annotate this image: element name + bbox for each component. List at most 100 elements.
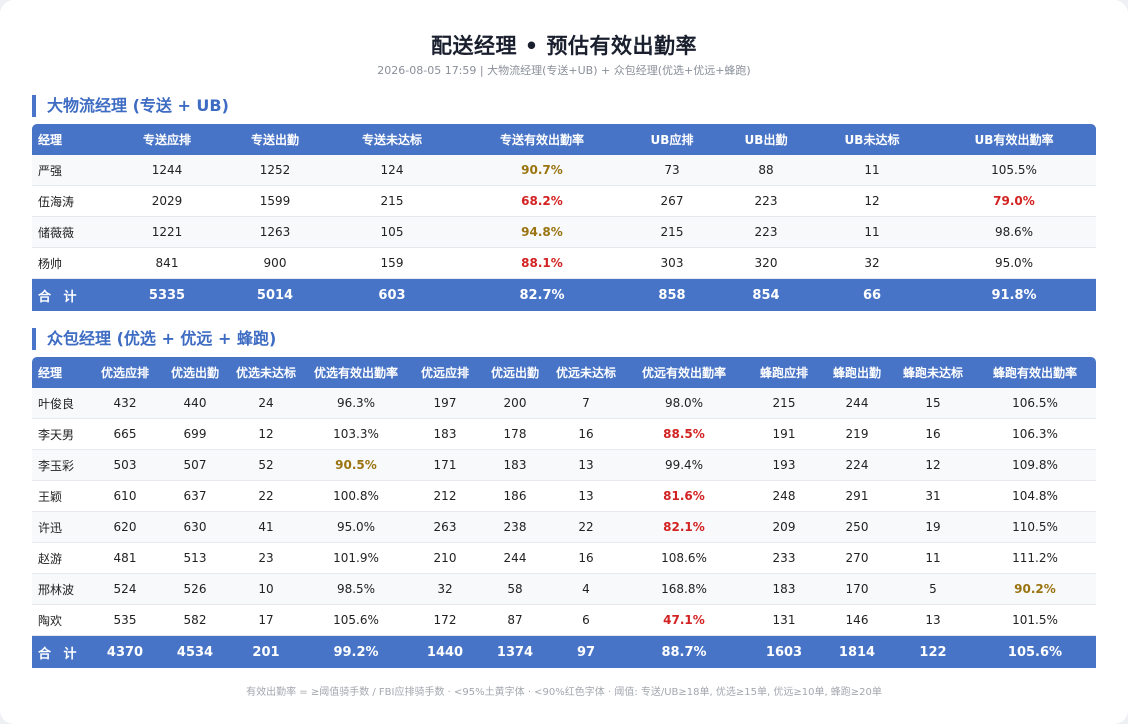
data-cell: 99.4% bbox=[622, 450, 746, 481]
table-row: 严强 1244 1252 124 90.7% 73 88 11 105.5% bbox=[32, 155, 1096, 186]
data-cell: 105.6% bbox=[302, 605, 410, 636]
data-cell: 100.8% bbox=[302, 481, 410, 512]
table-row: 陶欢 535 582 17 105.6% 172 87 6 47.1% 131 146 13 101.5… bbox=[32, 605, 1096, 636]
data-cell: 22 bbox=[550, 512, 622, 543]
data-cell: 58 bbox=[480, 574, 550, 605]
manager-name-cell: 陶欢 bbox=[32, 605, 90, 636]
data-cell: 90.2% bbox=[974, 574, 1096, 605]
data-cell: 11 bbox=[812, 155, 932, 186]
column-header: 经理 bbox=[32, 124, 108, 155]
data-cell: 23 bbox=[230, 543, 302, 574]
data-cell: 87 bbox=[480, 605, 550, 636]
data-cell: 303 bbox=[624, 248, 720, 279]
data-cell: 12 bbox=[230, 419, 302, 450]
column-header: 优选应排 bbox=[90, 357, 160, 388]
data-cell: 291 bbox=[822, 481, 892, 512]
data-cell: 1599 bbox=[226, 186, 324, 217]
data-cell: 109.8% bbox=[974, 450, 1096, 481]
table-row: 许迅 620 630 41 95.0% 263 238 22 82.1% 209 250 19 110.… bbox=[32, 512, 1096, 543]
data-cell: 665 bbox=[90, 419, 160, 450]
table-row: 叶俊良 432 440 24 96.3% 197 200 7 98.0% 215 244 15 106.… bbox=[32, 388, 1096, 419]
total-cell: 66 bbox=[812, 279, 932, 311]
data-cell: 250 bbox=[822, 512, 892, 543]
data-cell: 104.8% bbox=[974, 481, 1096, 512]
data-cell: 168.8% bbox=[622, 574, 746, 605]
total-cell: 91.8% bbox=[932, 279, 1096, 311]
data-cell: 610 bbox=[90, 481, 160, 512]
data-cell: 88 bbox=[720, 155, 812, 186]
data-cell: 210 bbox=[410, 543, 480, 574]
data-cell: 263 bbox=[410, 512, 480, 543]
data-cell: 81.6% bbox=[622, 481, 746, 512]
data-cell: 1252 bbox=[226, 155, 324, 186]
table-row: 李玉彩 503 507 52 90.5% 171 183 13 99.4% 193 224 12 109… bbox=[32, 450, 1096, 481]
data-cell: 524 bbox=[90, 574, 160, 605]
total-cell: 97 bbox=[550, 636, 622, 668]
data-cell: 98.5% bbox=[302, 574, 410, 605]
data-cell: 215 bbox=[324, 186, 460, 217]
data-cell: 106.3% bbox=[974, 419, 1096, 450]
data-cell: 95.0% bbox=[932, 248, 1096, 279]
data-cell: 440 bbox=[160, 388, 230, 419]
page-subtitle: 2026-08-05 17:59 | 大物流经理(专送+UB) + 众包经理(优… bbox=[377, 64, 751, 77]
data-cell: 244 bbox=[480, 543, 550, 574]
data-cell: 270 bbox=[822, 543, 892, 574]
table-header-row: 经理 优选应排 优选出勤 优选未达标 优选有效出勤率 优远应排 优远出勤 优远未达标 优远有效出… bbox=[32, 357, 1096, 388]
data-cell: 12 bbox=[892, 450, 974, 481]
data-cell: 248 bbox=[746, 481, 822, 512]
section-title-logistics: 大物流经理 (专送 + UB) bbox=[32, 95, 229, 117]
data-cell: 481 bbox=[90, 543, 160, 574]
data-cell: 15 bbox=[892, 388, 974, 419]
data-cell: 10 bbox=[230, 574, 302, 605]
data-cell: 172 bbox=[410, 605, 480, 636]
total-cell: 5014 bbox=[226, 279, 324, 311]
column-header: 优远有效出勤率 bbox=[622, 357, 746, 388]
manager-name-cell: 伍海涛 bbox=[32, 186, 108, 217]
data-cell: 31 bbox=[892, 481, 974, 512]
data-cell: 124 bbox=[324, 155, 460, 186]
data-cell: 146 bbox=[822, 605, 892, 636]
total-cell: 854 bbox=[720, 279, 812, 311]
data-cell: 101.9% bbox=[302, 543, 410, 574]
column-header: 优远出勤 bbox=[480, 357, 550, 388]
table-row: 邢林波 524 526 10 98.5% 32 58 4 168.8% 183 170 5 90.2% bbox=[32, 574, 1096, 605]
data-cell: 22 bbox=[230, 481, 302, 512]
manager-name-cell: 叶俊良 bbox=[32, 388, 90, 419]
data-cell: 131 bbox=[746, 605, 822, 636]
column-header: UB出勤 bbox=[720, 124, 812, 155]
data-cell: 209 bbox=[746, 512, 822, 543]
total-cell: 858 bbox=[624, 279, 720, 311]
manager-name-cell: 邢林波 bbox=[32, 574, 90, 605]
data-cell: 11 bbox=[892, 543, 974, 574]
data-cell: 4 bbox=[550, 574, 622, 605]
data-cell: 88.1% bbox=[460, 248, 624, 279]
column-header: 优远应排 bbox=[410, 357, 480, 388]
total-label: 合 计 bbox=[32, 636, 90, 668]
column-header: 蜂跑未达标 bbox=[892, 357, 974, 388]
total-cell: 4370 bbox=[90, 636, 160, 668]
total-cell: 99.2% bbox=[302, 636, 410, 668]
data-cell: 215 bbox=[624, 217, 720, 248]
data-cell: 841 bbox=[108, 248, 226, 279]
total-cell: 105.6% bbox=[974, 636, 1096, 668]
total-row: 合 计 4370 4534 201 99.2% 1440 1374 97 88.7% 1603 18… bbox=[32, 636, 1096, 668]
data-cell: 68.2% bbox=[460, 186, 624, 217]
data-cell: 96.3% bbox=[302, 388, 410, 419]
manager-name-cell: 王颖 bbox=[32, 481, 90, 512]
total-cell: 82.7% bbox=[460, 279, 624, 311]
data-cell: 170 bbox=[822, 574, 892, 605]
column-header: 专送未达标 bbox=[324, 124, 460, 155]
data-cell: 16 bbox=[550, 543, 622, 574]
total-cell: 1603 bbox=[746, 636, 822, 668]
data-cell: 620 bbox=[90, 512, 160, 543]
data-cell: 98.6% bbox=[932, 217, 1096, 248]
data-cell: 111.2% bbox=[974, 543, 1096, 574]
data-cell: 244 bbox=[822, 388, 892, 419]
data-cell: 32 bbox=[812, 248, 932, 279]
column-header: 优选出勤 bbox=[160, 357, 230, 388]
data-cell: 11 bbox=[812, 217, 932, 248]
data-cell: 105.5% bbox=[932, 155, 1096, 186]
column-header: UB应排 bbox=[624, 124, 720, 155]
column-header: 优远未达标 bbox=[550, 357, 622, 388]
data-cell: 535 bbox=[90, 605, 160, 636]
